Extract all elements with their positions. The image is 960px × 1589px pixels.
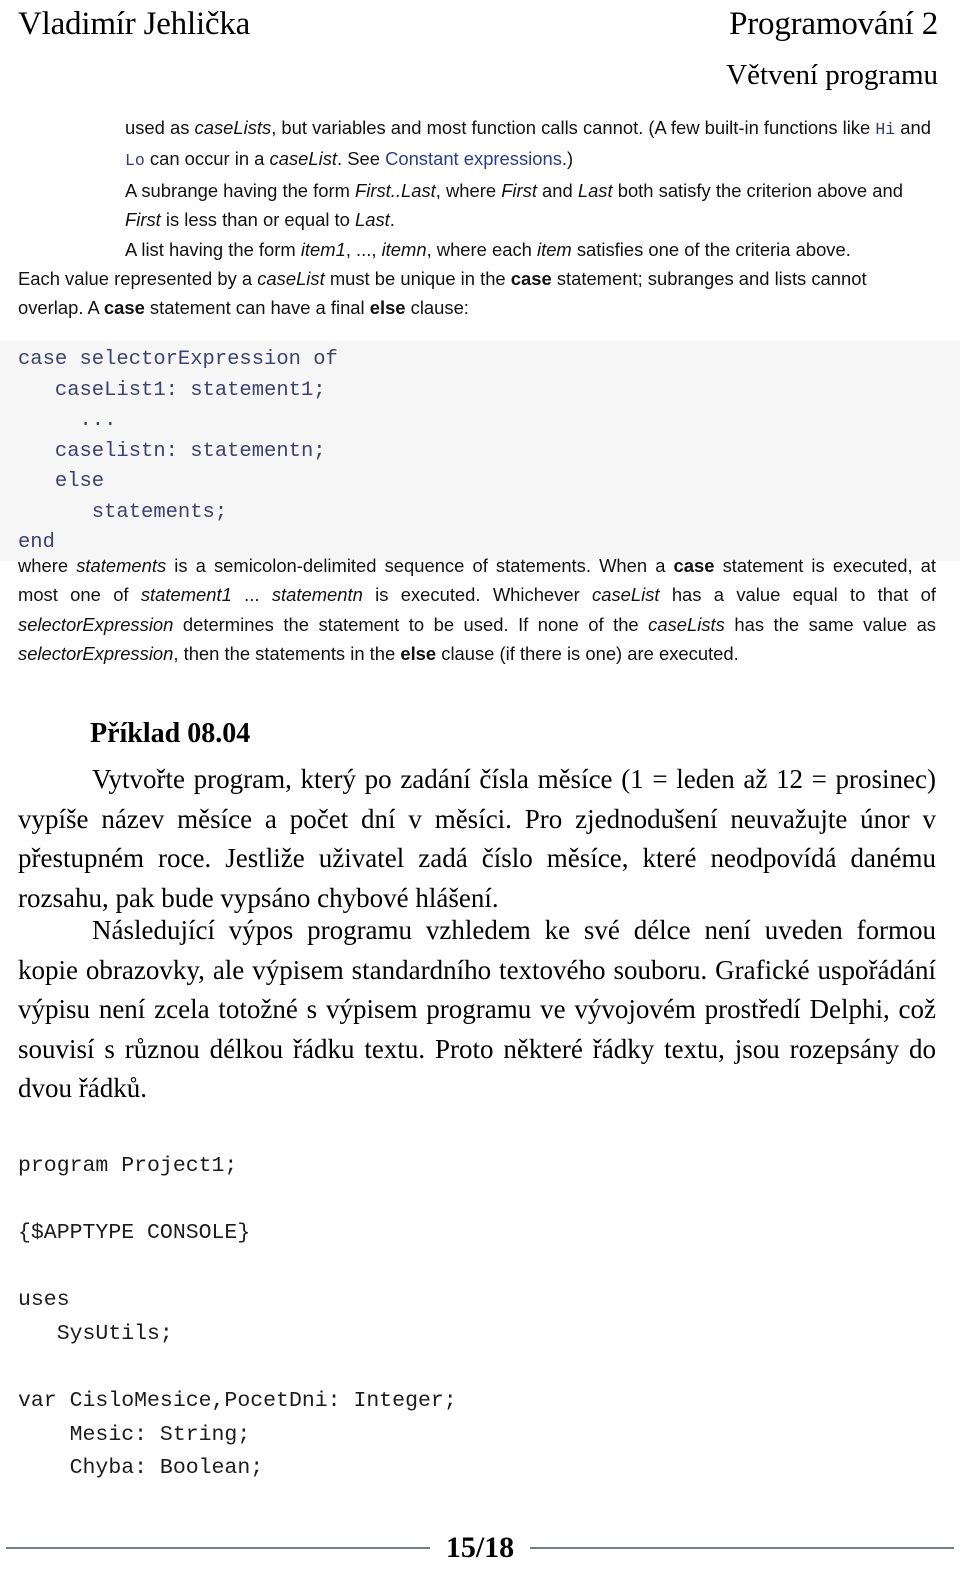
pascal-source-listing: program Project1; {$APPTYPE CONSOLE} use… <box>18 1154 457 1481</box>
ac-caselist: caseList <box>592 584 660 606</box>
bullet1-text-1: used as <box>125 117 195 138</box>
helpdoc-section: used as caseLists, but variables and mos… <box>18 113 936 323</box>
footer-rule-right <box>530 1547 954 1549</box>
ac-text-6: has a value equal to that of <box>659 584 936 606</box>
ac-text-9: , then the statements in the <box>173 643 401 665</box>
ac-statements: statements <box>76 555 167 576</box>
bullet1-text-5: .) <box>561 148 574 170</box>
para-text-5: clause: <box>405 297 469 319</box>
bullet2-text-1: A subrange having the form <box>125 179 356 201</box>
case-syntax-code-block: case selectorExpression of caseList1: st… <box>0 341 960 561</box>
bullet1-caselists: caseLists <box>194 117 272 138</box>
para-case-keyword-1: case <box>510 268 552 290</box>
bullet3-text-3: , where each <box>426 238 537 260</box>
bullet1-caselist: caseList <box>269 148 337 170</box>
ac-text-5: is executed. Whichever <box>362 584 593 606</box>
bullet3-text-2: , ..., <box>345 238 382 260</box>
bullet1-text-4: . See <box>337 148 386 170</box>
course-title: Programování 2 <box>729 6 938 42</box>
bullet3-itemn: itemn <box>381 238 427 260</box>
bullet2-text-2: , where <box>435 179 502 201</box>
ac-text-2: is a semicolon-delimited sequence of sta… <box>166 555 674 576</box>
bullet2-firstlast: First..Last <box>355 179 436 201</box>
para-case-keyword-2: case <box>103 297 145 319</box>
bullet2-last: Last <box>577 179 613 201</box>
helpdoc-paragraph: Each value represented by a caseList mus… <box>18 264 936 323</box>
bullet2-first-2: First <box>125 209 161 231</box>
ac-caselists: caseLists <box>648 613 725 635</box>
bullet2-text-3: and <box>536 179 578 201</box>
ac-statement1: statement1 <box>140 584 232 606</box>
example-heading: Příklad 08.04 <box>90 718 251 749</box>
ac-case-keyword: case <box>673 555 715 576</box>
helpdoc-bullet-2: A subrange having the form First..Last, … <box>125 176 936 235</box>
para-text-2: must be unique in the <box>324 268 511 290</box>
bullet3-text-4: satisfies one of the criteria above. <box>571 238 851 260</box>
chapter-subtitle: Větvení programu <box>726 59 938 91</box>
para-caselist: caseList <box>257 268 325 290</box>
ac-statementn: statementn <box>271 584 363 606</box>
page-footer: 15/18 <box>0 1525 960 1571</box>
ac-text-7: determines the statement to be used. If … <box>173 613 649 635</box>
ac-text-8: has the same value as <box>724 613 936 635</box>
ac-text-10: clause (if there is one) are executed. <box>436 643 739 665</box>
czech-paragraph-2: Následující výpos programu vzhledem ke s… <box>18 915 936 1104</box>
bullet2-last-2: Last <box>354 209 390 231</box>
bullet3-item1: item1 <box>300 238 346 260</box>
bullet2-first: First <box>501 179 537 201</box>
footer-rule-left <box>6 1547 430 1549</box>
bullet3-text-1: A list having the form <box>125 238 301 260</box>
ac-selectorexpression-1: selectorExpression <box>18 613 174 635</box>
ac-text-4: ... <box>231 584 272 606</box>
bullet2-text-4: both satisfy the criterion above and <box>612 179 903 201</box>
para-text-4: statement can have a final <box>144 297 370 319</box>
running-head: Vladimír Jehlička Programování 2 <box>18 2 938 48</box>
bullet1-and: and <box>895 117 931 138</box>
ac-selectorexpression-2: selectorExpression <box>18 643 174 665</box>
czech-paragraph-1-wrap: Vytvořte program, který po zadání čísla … <box>18 760 936 918</box>
document-page: Vladimír Jehlička Programování 2 Větvení… <box>0 0 960 1589</box>
czech-paragraph-1: Vytvořte program, který po zadání čísla … <box>18 764 936 913</box>
bullet1-text-3: can occur in a <box>144 148 270 170</box>
author-name: Vladimír Jehlička <box>18 6 251 42</box>
page-number: 15/18 <box>445 1531 515 1564</box>
bullet3-item: item <box>537 238 572 260</box>
ac-else-keyword: else <box>400 643 437 665</box>
helpdoc-bullet-1: used as caseLists, but variables and mos… <box>125 113 936 176</box>
bullet2-text-6: . <box>389 209 395 231</box>
bullet2-text-5: is less than or equal to <box>160 209 355 231</box>
constant-expressions-link[interactable]: Constant expressions <box>385 148 562 169</box>
para-else-keyword: else <box>369 297 406 319</box>
ac-text-1: where <box>18 555 77 576</box>
bullet1-hi-code: Hi <box>875 120 896 139</box>
helpdoc-bullet-3: A list having the form item1, ..., itemn… <box>125 235 936 264</box>
czech-paragraph-2-wrap: Následující výpos programu vzhledem ke s… <box>18 911 936 1109</box>
bullet1-lo-code: Lo <box>125 151 145 171</box>
bullet1-text-2: , but variables and most function calls … <box>271 117 876 138</box>
after-code-paragraph: where statements is a semicolon-delimite… <box>18 551 936 669</box>
para-text-1: Each value represented by a <box>18 268 258 290</box>
